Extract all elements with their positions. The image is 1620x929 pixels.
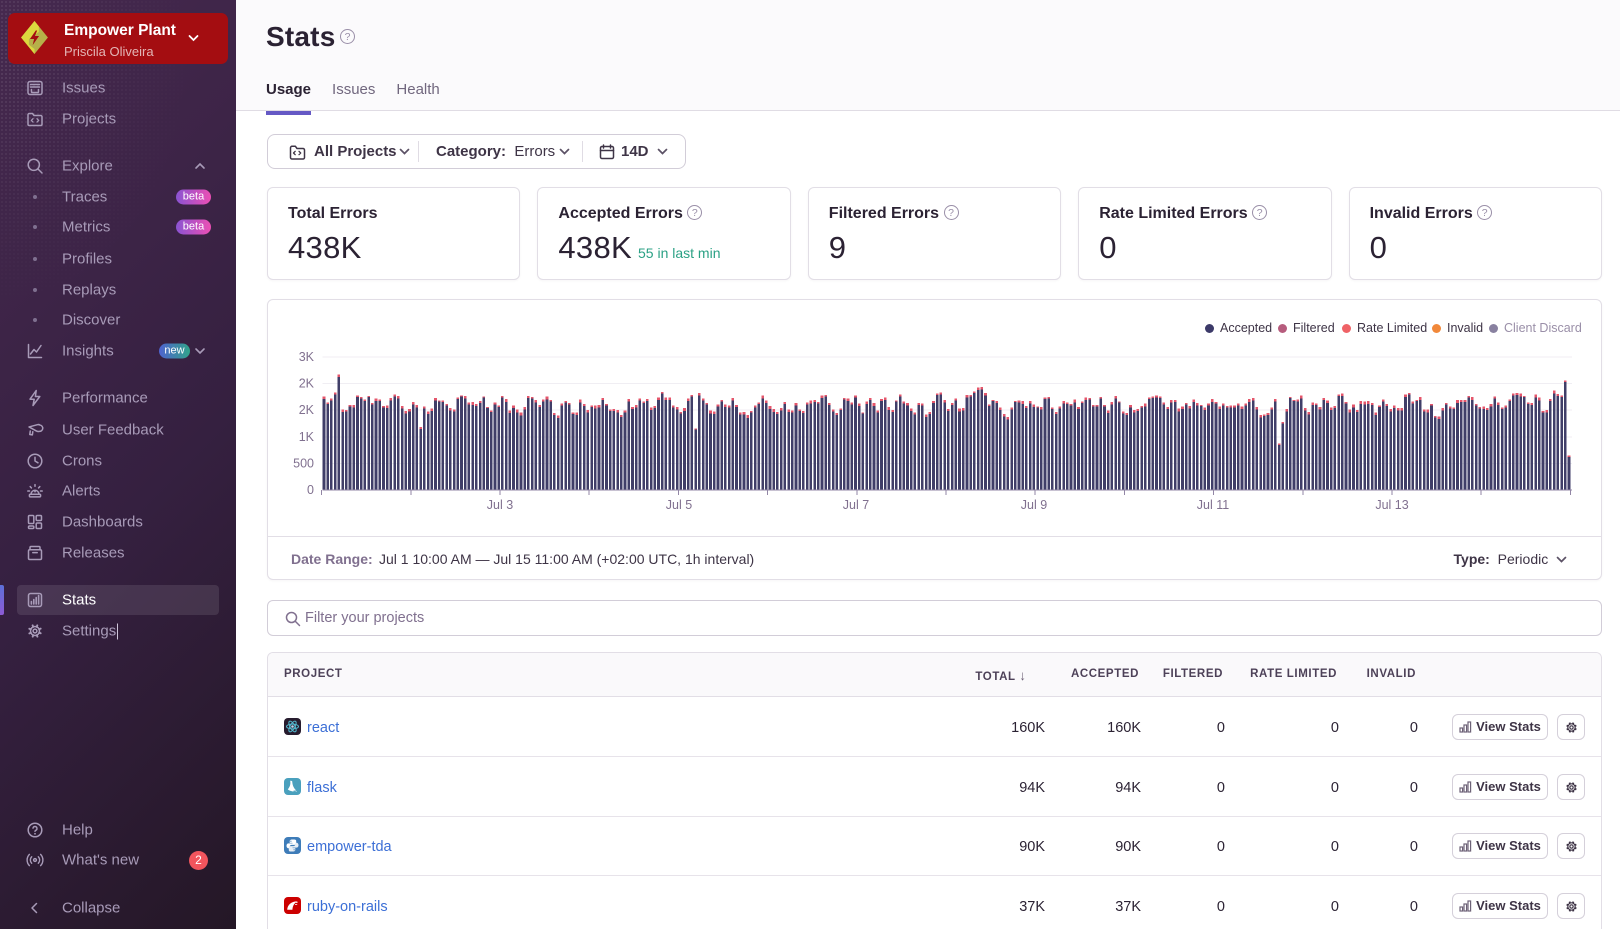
svg-text:500: 500: [293, 456, 314, 470]
svg-text:2K: 2K: [299, 377, 315, 391]
svg-text:Jul 3: Jul 3: [487, 498, 513, 512]
svg-text:Jul 11: Jul 11: [1197, 498, 1229, 512]
svg-text:Jul 13: Jul 13: [1375, 498, 1408, 512]
svg-text:0: 0: [307, 483, 314, 497]
svg-text:Jul 7: Jul 7: [843, 498, 869, 512]
svg-text:Jul 5: Jul 5: [666, 498, 692, 512]
svg-text:2K: 2K: [299, 403, 315, 417]
svg-text:1K: 1K: [299, 430, 315, 444]
svg-text:Jul 9: Jul 9: [1021, 498, 1047, 512]
svg-text:3K: 3K: [299, 350, 315, 364]
